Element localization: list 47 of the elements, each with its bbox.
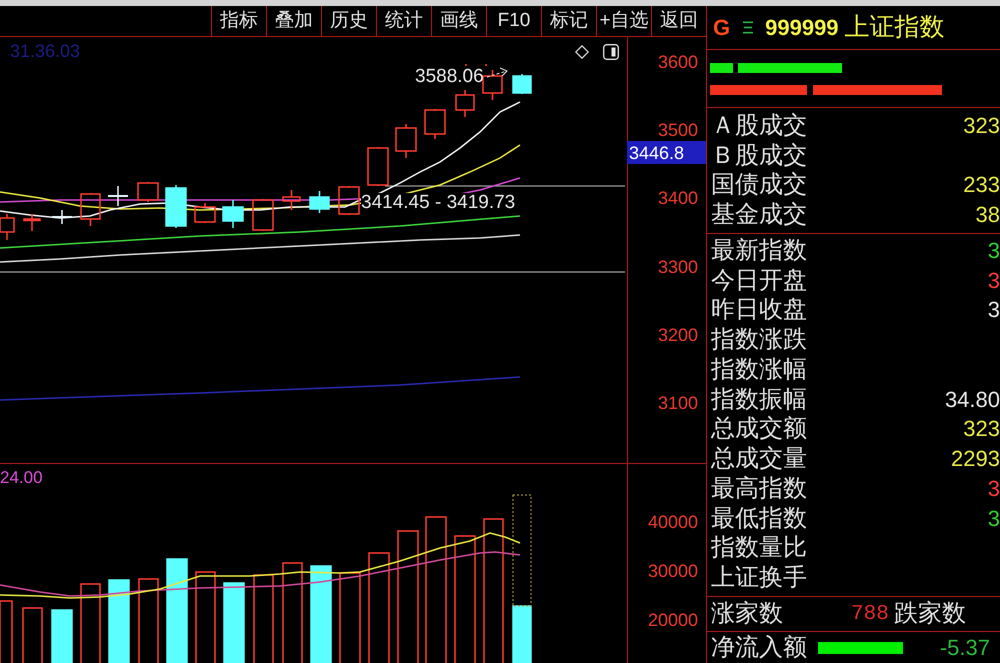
menu-icon[interactable] bbox=[743, 21, 754, 34]
axis-label: 3600 bbox=[658, 53, 698, 71]
price-cursor-label: 3446.8 bbox=[627, 141, 706, 164]
quote-label: 指数量比 bbox=[711, 536, 807, 560]
quote-label: Ｂ股成交 bbox=[711, 144, 807, 168]
axis-label: 3500 bbox=[658, 121, 698, 140]
index-code: 999999 bbox=[765, 16, 839, 38]
quote-value: 3 bbox=[988, 299, 1000, 322]
quote-label: 基金成交 bbox=[711, 203, 807, 228]
quote-value: 38 bbox=[976, 204, 1000, 226]
quote-label: 国债成交 bbox=[711, 173, 807, 198]
quote-label: 最新指数 bbox=[711, 238, 807, 263]
quote-value: 788 bbox=[851, 604, 889, 624]
quote-value: 3 bbox=[988, 508, 1000, 530]
quote-value: 323 bbox=[963, 114, 1000, 137]
quote-value: 323 bbox=[963, 418, 1000, 440]
quote-label: 昨日收盘 bbox=[711, 298, 807, 322]
axis-label: 20000 bbox=[648, 611, 698, 629]
axis-label: 3400 bbox=[658, 189, 698, 208]
quote-label: 总成交量 bbox=[711, 447, 807, 472]
axis-label: 40000 bbox=[648, 513, 698, 531]
quote-label: 指数振幅 bbox=[711, 388, 807, 412]
quote-label: Ａ股成交 bbox=[711, 114, 807, 138]
quote-value: 34.80 bbox=[944, 388, 1000, 411]
quote-value: 2293 bbox=[951, 448, 1000, 470]
quote-label: 最高指数 bbox=[711, 476, 807, 501]
quote-label: 指数涨跌 bbox=[711, 328, 807, 352]
quote-value: 233 bbox=[963, 174, 1000, 196]
axis-label: 3200 bbox=[658, 326, 698, 344]
quote-label: 上证换手 bbox=[711, 566, 807, 590]
quote-label: 最低指数 bbox=[711, 506, 807, 531]
axis-label: 3300 bbox=[658, 258, 698, 276]
quote-value: -5.37 bbox=[940, 636, 991, 658]
axis-label: 3100 bbox=[658, 394, 698, 412]
quote-value: 3 bbox=[988, 240, 1000, 262]
quote-value: 3 bbox=[988, 478, 1000, 500]
toolbar-button[interactable]: +自选 bbox=[596, 6, 651, 36]
index-name: 上证指数 bbox=[844, 15, 945, 40]
axis-label: 30000 bbox=[648, 562, 698, 580]
quote-label: 跌家数 bbox=[894, 602, 966, 626]
quote-value: 3 bbox=[988, 270, 1000, 292]
quote-label: 涨家数 bbox=[711, 602, 784, 626]
quote-label: 净流入额 bbox=[711, 636, 807, 660]
quote-label: 指数涨幅 bbox=[711, 358, 807, 382]
quote-label: 总成交额 bbox=[711, 417, 807, 442]
market-prefix: G bbox=[713, 16, 730, 38]
quote-label: 今日开盘 bbox=[711, 268, 807, 293]
